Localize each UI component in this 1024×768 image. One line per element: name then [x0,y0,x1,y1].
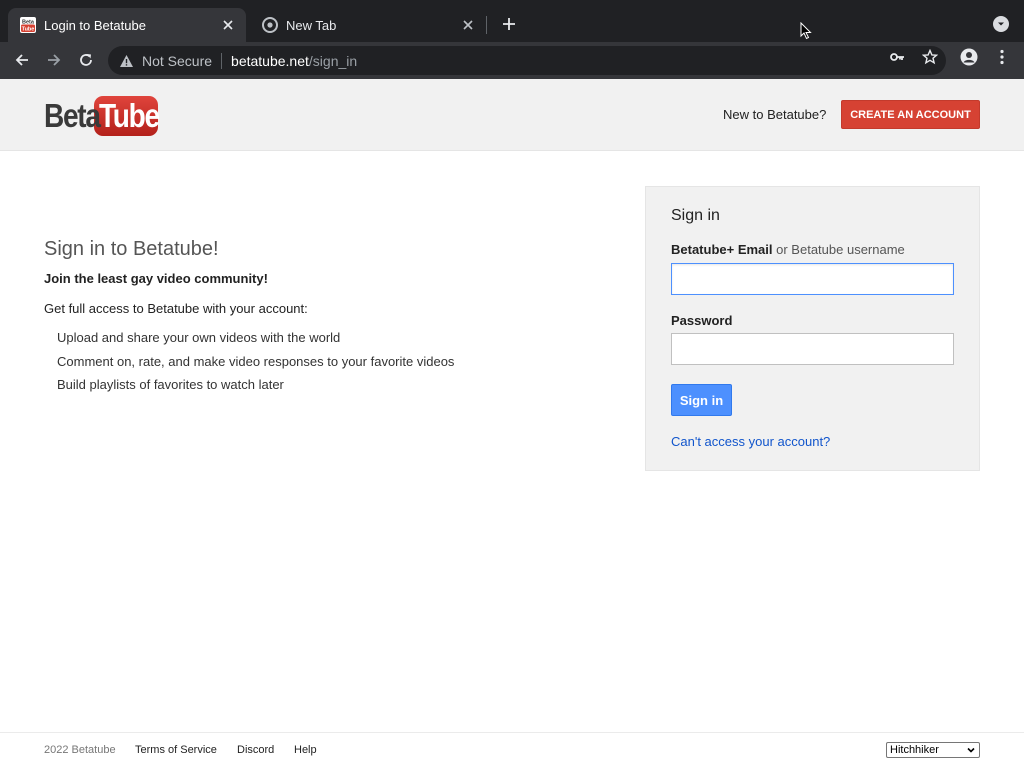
tab-login-to-betatube[interactable]: Beta Tube Login to Betatube [8,8,246,42]
reload-icon[interactable] [74,48,98,72]
mouse-cursor-icon [800,21,812,40]
warning-triangle-icon[interactable] [118,53,134,69]
betatube-logo[interactable]: Beta Tube [44,96,160,136]
chevron-down-icon [966,745,976,755]
list-item: Build playlists of favorites to watch la… [57,377,284,392]
footer: 2022 Betatube Terms of Service Discord H… [0,732,1024,768]
forward-arrow-icon[interactable] [42,48,66,72]
close-tab-icon[interactable] [460,17,476,33]
list-item: Upload and share your own videos with th… [57,330,341,345]
sign-in-button[interactable]: Sign in [671,384,732,416]
chrome-icon [262,17,278,33]
page-title: Sign in to Betatube! [44,238,219,260]
cant-access-account-link[interactable]: Can't access your account? [671,434,830,449]
terms-of-service-link[interactable]: Terms of Service [135,744,217,756]
tab-separator [486,16,487,34]
profile-avatar-icon[interactable] [960,48,978,66]
close-tab-icon[interactable] [220,17,236,33]
tab-title: New Tab [286,17,337,33]
language-select[interactable]: Hitchhiker [886,742,980,758]
list-item: Comment on, rate, and make video respons… [57,353,455,369]
logo-tube-badge: Tube [94,96,160,136]
help-link[interactable]: Help [294,744,317,756]
tab-title: Login to Betatube [44,17,146,33]
back-arrow-icon[interactable] [10,48,34,72]
not-secure-label[interactable]: Not Secure [142,53,212,69]
copyright-text: 2022 Betatube [44,744,116,756]
bookmark-star-icon[interactable] [921,48,939,66]
new-tab-plus-icon[interactable] [498,13,520,35]
logo-tube-text: Tube [99,97,160,134]
email-field[interactable] [671,263,954,295]
create-account-button[interactable]: CREATE AN ACCOUNT [841,100,980,129]
password-label: Password [671,313,733,328]
browser-tab-bar: Beta Tube Login to Betatube New Tab [0,0,1024,42]
features-lead: Get full access to Betatube with your ac… [44,301,308,316]
site-header: Beta Tube New to Betatube? CREATE AN ACC… [0,79,1024,151]
email-label: Betatube+ Email or Betatube username [671,242,905,257]
email-label-rest: or Betatube username [776,242,905,257]
url-path: /sign_in [308,52,358,69]
omnibox-divider [221,52,223,69]
password-field[interactable] [671,333,954,365]
email-label-bold: Betatube+ Email [671,242,773,257]
sign-in-panel: Sign in Betatube+ Email or Betatube user… [645,186,980,471]
betatube-favicon-icon: Beta Tube [20,17,36,33]
sign-in-title: Sign in [671,207,720,224]
features-list: Upload and share your own videos with th… [57,330,604,401]
favicon-text-tube: Tube [22,27,35,33]
discord-link[interactable]: Discord [237,744,274,756]
intro-section: Sign in to Betatube! Join the least gay … [44,238,604,401]
tab-search-chevron-icon[interactable] [993,16,1009,32]
logo-beta-text: Beta [44,97,101,134]
browser-toolbar: Not Secure betatube.net/sign_in [0,42,1024,79]
url-host: betatube.net [231,52,309,69]
key-icon[interactable] [889,48,907,66]
tagline: Join the least gay video community! [44,271,268,286]
new-to-betatube-text: New to Betatube? [723,107,827,122]
kebab-menu-icon[interactable] [993,48,1011,66]
tab-new-tab[interactable]: New Tab [250,8,486,42]
address-bar[interactable]: Not Secure betatube.net/sign_in [108,46,946,75]
language-selected-value: Hitchhiker [890,744,939,756]
